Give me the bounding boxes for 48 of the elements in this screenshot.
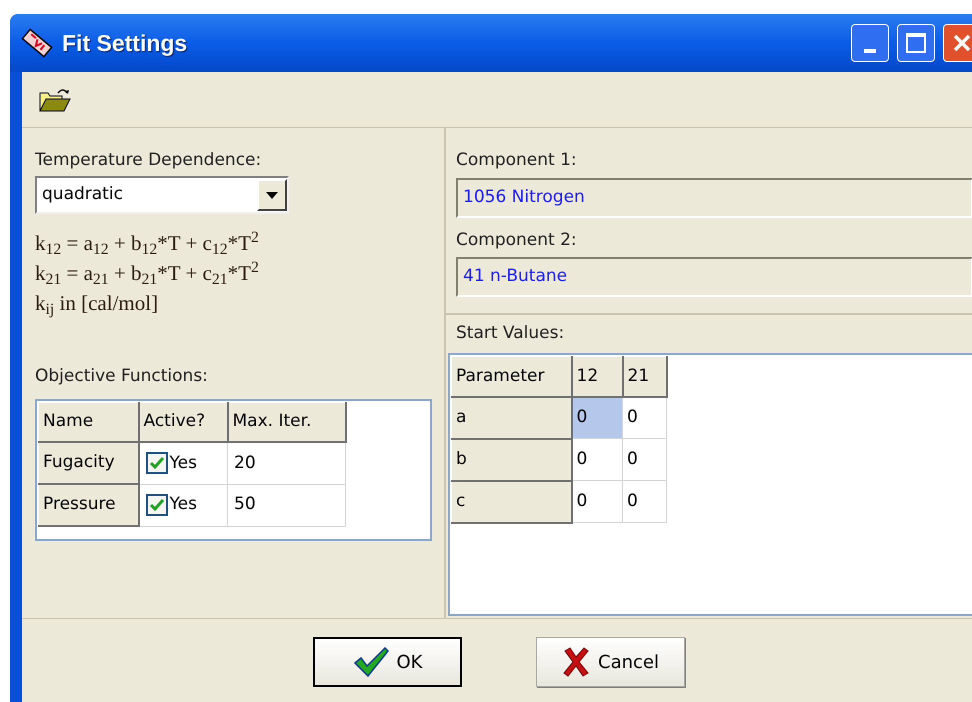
row-header: Fugacity (38, 442, 138, 484)
checkbox[interactable] (146, 494, 168, 516)
checkmark-icon (150, 457, 164, 470)
open-folder-icon[interactable] (38, 86, 72, 112)
field-label: Component 1: (456, 149, 578, 172)
field-label: Component 2: (456, 228, 578, 252)
checkbox-label: Yes (170, 452, 197, 474)
read-only-field: 1056 Nitrogen (456, 178, 972, 218)
checkbox[interactable] (146, 452, 168, 474)
table-cell[interactable]: 0 (572, 480, 622, 522)
column-header[interactable]: Active? (138, 402, 228, 442)
table-cell[interactable]: 0 (572, 438, 622, 480)
row-header: Pressure (38, 484, 138, 526)
cross-icon (562, 647, 590, 677)
table-cell[interactable]: 0 (622, 438, 666, 480)
table-cell[interactable]: 0 (622, 480, 666, 522)
formula-text: k$_{ij}$ in [cal/mol] (35, 290, 160, 318)
dropdown[interactable]: quadratic (35, 176, 289, 214)
cancel-button[interactable]: Cancel (536, 637, 685, 687)
ok-button[interactable]: OK (313, 637, 462, 687)
row-header: a (452, 396, 572, 438)
read-only-field: 41 n-Butane (456, 257, 972, 297)
check-icon (352, 647, 388, 677)
row-header: c (452, 480, 572, 522)
formula-text: k$_{12}$ = a$_{12}$ + b$_{12}$*T + c$_{12}$*T$^{2}$ (35, 228, 260, 258)
column-header[interactable]: Name (38, 402, 138, 442)
table-cell[interactable]: 0 (622, 396, 666, 438)
close-button[interactable] (943, 24, 972, 62)
close-icon (952, 33, 972, 53)
table-cell[interactable]: 0 (572, 396, 622, 438)
row-header: b (452, 438, 572, 480)
column-header[interactable]: 12 (572, 356, 622, 396)
maximize-button[interactable] (897, 24, 935, 62)
column-header[interactable]: Parameter (452, 356, 572, 396)
checkmark-icon (150, 499, 164, 511)
minimize-icon (864, 49, 876, 53)
column-header[interactable]: Max. Iter. (228, 402, 346, 442)
minimize-button[interactable] (851, 24, 889, 62)
column-header[interactable]: 21 (622, 356, 666, 396)
field-label: Temperature Dependence: (35, 149, 262, 172)
window-title: Fit Settings (62, 28, 188, 58)
table-cell[interactable]: 50 (228, 484, 346, 526)
section-label: Start Values: (455, 322, 566, 345)
formula-text: k$_{21}$ = a$_{21}$ + b$_{21}$*T + c$_{21}$*T$^{2}$ (35, 258, 260, 288)
table-cell[interactable]: 20 (228, 442, 346, 484)
section-label: Objective Functions: (35, 365, 209, 388)
checkbox-label: Yes (170, 493, 197, 516)
maximize-icon (906, 33, 926, 53)
